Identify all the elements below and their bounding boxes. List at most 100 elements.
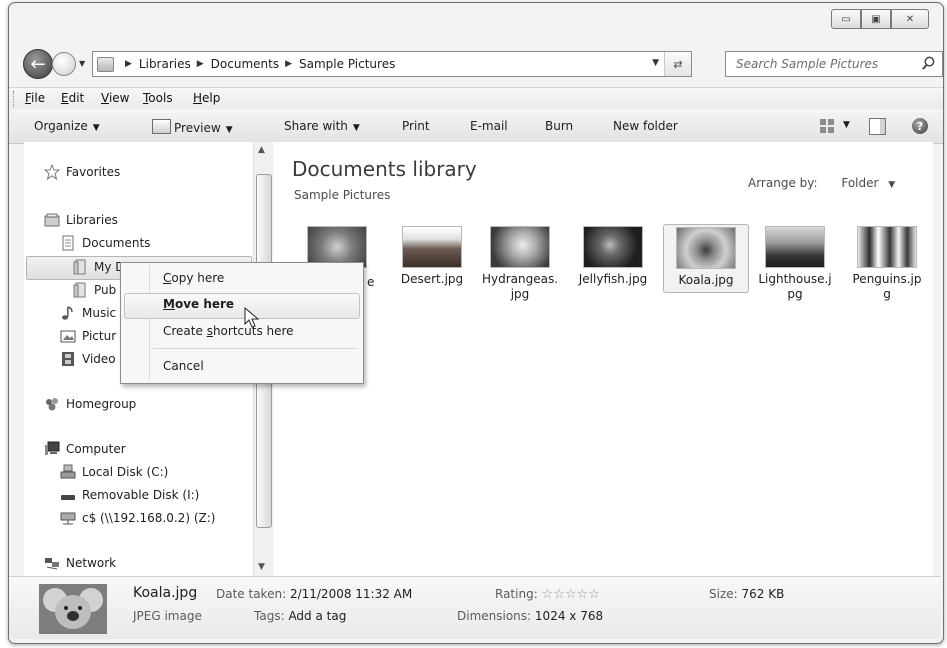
menu-help[interactable]: Help [193, 91, 220, 105]
chevron-down-icon: ▼ [92, 123, 100, 133]
scroll-up-icon[interactable]: ▲ [258, 145, 265, 155]
menu-edit[interactable]: Edit [61, 91, 84, 105]
film-icon [62, 352, 74, 366]
breadcrumb-documents[interactable]: Documents [211, 57, 279, 71]
burn-button[interactable]: Burn [545, 119, 573, 133]
move-here-item[interactable]: Move here [163, 297, 234, 311]
detail-file-type: JPEG image [133, 609, 202, 623]
file-koala[interactable]: Koala.jpg [663, 224, 749, 293]
hard-drive-icon [60, 464, 76, 479]
mouse-cursor-icon [244, 307, 260, 328]
nav-local-disk[interactable]: Local Disk (C:) [60, 464, 168, 480]
file-list-pane: Documents library Sample Pictures Arrang… [273, 142, 933, 576]
nav-favorites[interactable]: Favorites [44, 164, 120, 180]
chevron-right-icon[interactable]: ▶ [197, 59, 204, 69]
scroll-down-icon[interactable]: ▼ [258, 562, 265, 572]
address-history-dropdown-icon[interactable]: ▼ [652, 58, 659, 68]
detail-dimensions: Dimensions: 1024 x 768 [457, 609, 604, 623]
preview-pane-icon[interactable] [869, 118, 886, 135]
chevron-right-icon[interactable]: ▶ [285, 59, 292, 69]
window-controls: ▭ ▣ ✕ [831, 9, 929, 29]
forward-button[interactable] [52, 52, 76, 76]
nav-videos[interactable]: Video [60, 351, 116, 367]
print-button[interactable]: Print [402, 119, 430, 133]
file-jellyfish[interactable]: Jellyfish.jpg [571, 226, 655, 287]
detail-tags[interactable]: Tags: Add a tag [254, 609, 346, 623]
menu-file[interactable]: File [25, 91, 45, 105]
search-box[interactable]: Search Sample Pictures [725, 51, 943, 77]
menu-separator [153, 348, 357, 349]
breadcrumb: ▶ Libraries ▶ Documents ▶ Sample Picture… [119, 57, 395, 71]
menu-grip [13, 91, 17, 107]
folder-icon [73, 282, 86, 298]
file-desert[interactable]: Desert.jpg [390, 226, 474, 287]
nav-homegroup[interactable]: Homegroup [44, 396, 136, 412]
search-placeholder: Search Sample Pictures [736, 57, 879, 71]
help-icon[interactable]: ? [912, 118, 928, 134]
detail-rating[interactable]: Rating: ☆☆☆☆☆ [495, 587, 600, 602]
thumbnail-image [676, 227, 736, 269]
chevron-down-icon[interactable]: ▼ [888, 180, 895, 190]
share-with-button[interactable]: Share with ▼ [284, 119, 360, 133]
view-dropdown-icon[interactable]: ▼ [843, 120, 850, 130]
back-button[interactable]: ← [23, 49, 53, 79]
nav-removable-disk[interactable]: Removable Disk (I:) [60, 487, 199, 503]
file-hydrangeas[interactable]: Hydrangeas. jpg [478, 226, 562, 302]
close-button[interactable]: ✕ [891, 9, 929, 29]
library-icon [44, 213, 60, 227]
email-button[interactable]: E-mail [470, 119, 508, 133]
address-bar[interactable]: ▶ Libraries ▶ Documents ▶ Sample Picture… [92, 51, 692, 77]
recent-pages-dropdown-icon[interactable]: ▼ [79, 59, 85, 68]
removable-drive-icon [61, 495, 75, 500]
thumbnail-image [490, 226, 550, 268]
menu-highlight [124, 293, 360, 319]
nav-public-documents[interactable]: Pub [72, 282, 116, 298]
view-options-icon[interactable] [819, 118, 835, 134]
detail-size: Size: 762 KB [709, 587, 785, 601]
star-icon: ☆ [576, 587, 589, 602]
music-note-icon [62, 306, 73, 320]
copy-here-item[interactable]: Copy here [163, 271, 224, 285]
star-icon [44, 164, 60, 180]
library-subtitle: Sample Pictures [294, 188, 391, 202]
thumbnail-image [402, 226, 462, 268]
nav-documents[interactable]: Documents [60, 235, 150, 251]
chevron-down-icon: ▼ [352, 123, 360, 133]
nav-network[interactable]: Network [44, 555, 116, 571]
nav-computer[interactable]: Computer [44, 441, 126, 457]
arrange-value[interactable]: Folder [841, 176, 878, 190]
menu-view[interactable]: View [101, 91, 129, 105]
selected-file-thumbnail [39, 584, 107, 634]
breadcrumb-sample-pictures[interactable]: Sample Pictures [299, 57, 395, 71]
preview-button[interactable]: Preview ▼ [152, 119, 233, 135]
folder-icon [73, 259, 86, 275]
thumbnail-image [583, 226, 643, 268]
homegroup-icon [46, 398, 58, 411]
file-lighthouse[interactable]: Lighthouse.j pg [753, 226, 837, 302]
breadcrumb-libraries[interactable]: Libraries [139, 57, 191, 71]
thumbnail-image [857, 226, 917, 268]
refresh-button[interactable]: ⇄ [664, 52, 691, 76]
maximize-button[interactable]: ▣ [861, 9, 891, 29]
arrange-by[interactable]: Arrange by: Folder ▼ [748, 176, 895, 190]
star-icon: ☆ [564, 587, 577, 602]
picture-icon [60, 330, 76, 343]
arrange-label: Arrange by: [748, 176, 818, 190]
nav-pictures[interactable]: Pictur [60, 328, 116, 344]
organize-button[interactable]: Organize ▼ [34, 119, 100, 133]
new-folder-button[interactable]: New folder [613, 119, 678, 133]
drag-context-menu: Copy here Move here Create shortcuts her… [120, 262, 364, 384]
nav-libraries[interactable]: Libraries [44, 212, 118, 228]
network-drive-icon [60, 512, 76, 525]
nav-my-documents[interactable]: My D [72, 259, 125, 275]
search-icon [922, 56, 935, 70]
create-shortcuts-item[interactable]: Create shortcuts here [163, 324, 294, 338]
computer-icon [45, 441, 60, 455]
cancel-item[interactable]: Cancel [163, 359, 204, 373]
file-penguins[interactable]: Penguins.jp g [845, 226, 929, 302]
menu-tools[interactable]: Tools [143, 91, 173, 105]
minimize-button[interactable]: ▭ [831, 9, 861, 29]
nav-music[interactable]: Music [60, 305, 116, 321]
nav-network-drive[interactable]: c$ (\\192.168.0.2) (Z:) [60, 510, 215, 526]
chevron-right-icon[interactable]: ▶ [125, 59, 132, 69]
